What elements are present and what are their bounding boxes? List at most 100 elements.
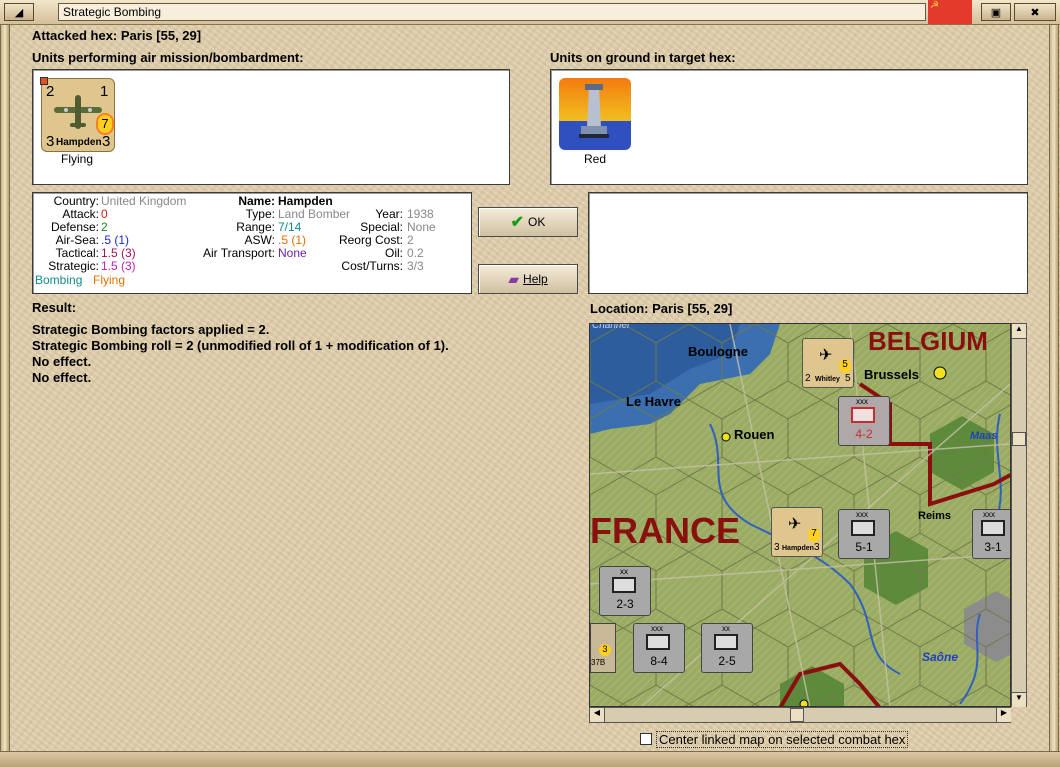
center-map-checkbox[interactable]	[640, 733, 652, 745]
checkmark-icon: ✔	[510, 214, 525, 231]
unit-value: 2-3	[616, 597, 634, 611]
help-label: Help	[523, 272, 548, 286]
status-value: Flying	[93, 273, 126, 287]
map-counter-name: Whitley	[815, 376, 840, 383]
unit-value: 8-4	[650, 654, 668, 668]
attacked-hex-label: Attacked hex: Paris [55, 29]	[32, 28, 202, 43]
unit-size: xx	[722, 624, 730, 633]
map-counter-r: 5	[845, 373, 851, 384]
map-label-le-havre: Le Havre	[626, 394, 681, 409]
cost-value: 3/3	[407, 259, 424, 273]
restore-button[interactable]: ▣	[981, 3, 1011, 21]
plane-icon: ✈	[788, 516, 802, 533]
map-counter-r: 3	[814, 542, 820, 553]
result-heading: Result:	[32, 300, 77, 315]
map-counter-hampden[interactable]: ✈ 7 3 Hampden 3	[771, 507, 823, 557]
result-line: Strategic Bombing roll = 2 (unmodified r…	[32, 338, 449, 353]
unit-value: 2-5	[718, 654, 736, 668]
air-transport-label: Air Transport:	[202, 246, 275, 260]
close-button[interactable]: ✖	[1014, 3, 1056, 21]
map-counter-badge: 7	[808, 528, 820, 542]
unit-value: 5-1	[855, 540, 873, 554]
cost-label: Cost/Turns:	[341, 259, 403, 273]
unit-size: xxx	[651, 624, 663, 633]
unit-size: xxx	[856, 510, 868, 519]
map-label-belgium: BELGIUM	[868, 326, 988, 356]
help-button[interactable]: ▰ Help	[478, 264, 578, 294]
title-bar: ◢ Strategic Bombing ☭ ▣ ✖	[0, 0, 1060, 25]
map-label-channel: Channel	[592, 323, 630, 331]
scroll-thumb[interactable]	[1012, 432, 1026, 446]
result-line: No effect.	[32, 370, 92, 385]
map-horizontal-scrollbar[interactable]: ◀ ▶	[589, 707, 1011, 723]
map-label-rouen: Rouen	[734, 427, 775, 442]
ok-button[interactable]: ✔ OK	[478, 207, 578, 237]
air-units-heading: Units performing air mission/bombardment…	[32, 50, 304, 65]
map-counter-whitley[interactable]: ✈ 5 2 Whitley 5	[802, 338, 854, 388]
scroll-up-icon[interactable]: ▲	[1012, 324, 1026, 339]
map-counter-inf-8-4[interactable]: xxx 8-4	[633, 623, 685, 673]
hampden-counter[interactable]: 2 1 7 3 Hampden 3	[40, 77, 115, 152]
map-counter-badge: 3	[599, 644, 611, 656]
result-line: No effect.	[32, 354, 92, 369]
result-line: Strategic Bombing factors applied = 2.	[32, 322, 270, 337]
unit-value: 4-2	[855, 427, 873, 441]
factory-target-counter[interactable]	[559, 78, 631, 150]
counter-bottom-right: 3	[102, 133, 111, 150]
bomber-plane-icon	[54, 95, 102, 129]
map-label-france: FRANCE	[590, 510, 740, 551]
country-value: United Kingdom	[101, 194, 187, 208]
ground-units-heading: Units on ground in target hex:	[550, 50, 736, 65]
map-vertical-scrollbar[interactable]: ▲ ▼	[1011, 323, 1027, 707]
unit-info-panel: Country: United Kingdom Attack: 0 Defens…	[32, 192, 472, 294]
infantry-symbol-icon	[714, 634, 738, 650]
map-counter-air-37b[interactable]: 3 37B	[590, 623, 616, 673]
scroll-thumb[interactable]	[790, 708, 804, 722]
air-units-panel: 2 1 7 3 Hampden 3 Flying	[32, 69, 510, 185]
map-label-boulogne: Boulogne	[688, 344, 748, 359]
map-counter-badge: 5	[839, 359, 851, 373]
combat-map[interactable]: Channel BELGIUM FRANCE Boulogne Brussels…	[589, 323, 1011, 707]
map-counter-inf-5-1[interactable]: xxx 5-1	[838, 509, 890, 559]
ground-unit-caption: Red	[583, 152, 606, 166]
right-frame	[1049, 24, 1059, 766]
map-counter-inf-4-2[interactable]: xxx 4-2	[838, 396, 890, 446]
map-counter-l: 3	[774, 542, 780, 553]
infantry-symbol-icon	[851, 520, 875, 536]
unit-size: xxx	[983, 510, 995, 519]
fuel-badge: 7	[98, 115, 112, 133]
bottom-frame	[0, 751, 1060, 767]
plane-icon: ✈	[819, 347, 833, 364]
counter-name: Hampden	[56, 137, 102, 148]
scroll-down-icon[interactable]: ▼	[1012, 692, 1026, 707]
unit-value: 3-1	[984, 540, 1002, 554]
map-label-maas: Maas	[970, 430, 998, 442]
ok-label: OK	[528, 215, 546, 229]
flag-icon: ☭	[928, 0, 972, 24]
left-frame	[0, 24, 10, 766]
scroll-left-icon[interactable]: ◀	[590, 708, 605, 722]
location-heading: Location: Paris [55, 29]	[590, 301, 733, 316]
map-counter-name: Hampden	[782, 545, 814, 552]
map-counter-name: 37B	[591, 658, 606, 667]
window-title: Strategic Bombing	[58, 3, 926, 21]
air-unit-caption: Flying	[60, 152, 93, 166]
counter-bottom-left: 3	[46, 133, 55, 150]
details-panel	[588, 192, 1028, 294]
center-map-label[interactable]: Center linked map on selected combat hex	[656, 731, 909, 748]
help-book-icon: ▰	[508, 270, 520, 287]
map-counter-inf-2-3[interactable]: xx 2-3	[599, 566, 651, 616]
minimize-arrow-button[interactable]: ◢	[4, 3, 34, 21]
infantry-symbol-icon	[981, 520, 1005, 536]
strategic-label: Strategic:	[48, 259, 99, 273]
map-label-saone: Saône	[922, 650, 959, 664]
mission-value: Bombing	[35, 273, 83, 287]
ground-units-panel: Red	[550, 69, 1028, 185]
factory-icon	[579, 84, 609, 138]
scroll-right-icon[interactable]: ▶	[996, 708, 1011, 722]
infantry-symbol-icon	[851, 407, 875, 423]
map-counter-l: 2	[805, 373, 811, 384]
strategic-value: 1.5 (3)	[101, 259, 136, 273]
map-counter-inf-3-1[interactable]: xxx 3-1	[972, 509, 1010, 559]
map-counter-inf-2-5[interactable]: xx 2-5	[701, 623, 753, 673]
